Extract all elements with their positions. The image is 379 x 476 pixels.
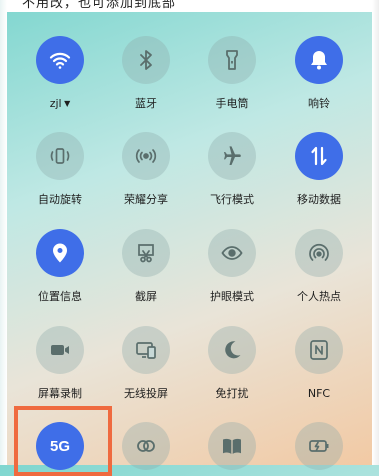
toggle-label: 移动数据 bbox=[274, 193, 364, 207]
bluetooth-toggle-button[interactable] bbox=[122, 36, 170, 84]
toggle-label-text: 移动数据 bbox=[297, 193, 341, 206]
ultra-power-toggle-button[interactable] bbox=[122, 422, 170, 470]
toggle-label: 飞行模式 bbox=[187, 193, 277, 207]
wifi-toggle-button[interactable] bbox=[36, 36, 84, 84]
dropdown-caret-icon[interactable]: ▼ bbox=[62, 99, 70, 108]
toggle-label: zjl ▼ bbox=[15, 97, 105, 111]
eye-icon bbox=[220, 241, 244, 265]
toggle-nfc[interactable]: NFC bbox=[274, 326, 364, 401]
toggle-eye[interactable]: 护眼模式 bbox=[187, 229, 277, 304]
moon-toggle-button[interactable] bbox=[208, 326, 256, 374]
toggle-label: 个人热点 bbox=[274, 290, 364, 304]
toggle-label: 截屏 bbox=[101, 290, 191, 304]
toggle-label-text: 截屏 bbox=[135, 290, 157, 303]
toggle-mobile-data[interactable]: 移动数据 bbox=[274, 132, 364, 207]
toggle-label: 无线投屏 bbox=[101, 387, 191, 401]
mobile-data-toggle-button[interactable] bbox=[295, 132, 343, 180]
toggle-battery-saver[interactable] bbox=[274, 422, 364, 470]
toggle-label-text: 免打扰 bbox=[215, 387, 249, 400]
screen-record-toggle-button[interactable] bbox=[36, 326, 84, 374]
toggle-flashlight[interactable]: 手电筒 bbox=[187, 36, 277, 111]
hotspot-toggle-button[interactable] bbox=[295, 229, 343, 277]
toggle-airplane[interactable]: 飞行模式 bbox=[187, 132, 277, 207]
toggle-label: 位置信息 bbox=[15, 290, 105, 304]
airplane-toggle-button[interactable] bbox=[208, 132, 256, 180]
quick-settings-grid: zjl ▼ 蓝牙 手电筒 响铃自动旋转 荣耀分享 飞行模式 移动数据位置信息 截屏 护眼模式 个人… bbox=[0, 0, 379, 470]
share-toggle-button[interactable] bbox=[122, 132, 170, 180]
mobile-data-icon bbox=[307, 144, 331, 168]
nfc-toggle-button[interactable] bbox=[295, 326, 343, 374]
screenshot-toggle-button[interactable] bbox=[122, 229, 170, 277]
toggle-location[interactable]: 位置信息 bbox=[15, 229, 105, 304]
toggle-label: 护眼模式 bbox=[187, 290, 277, 304]
toggle-wifi[interactable]: zjl ▼ bbox=[15, 36, 105, 111]
wifi-icon bbox=[48, 48, 72, 72]
toggle-label-text: 自动旋转 bbox=[38, 193, 82, 206]
toggle-ultra-power[interactable] bbox=[101, 422, 191, 470]
toggle-hotspot[interactable]: 个人热点 bbox=[274, 229, 364, 304]
battery-saver-icon bbox=[307, 434, 331, 458]
toggle-auto-rotate[interactable]: 自动旋转 bbox=[15, 132, 105, 207]
auto-rotate-icon bbox=[48, 144, 72, 168]
toggle-moon[interactable]: 免打扰 bbox=[187, 326, 277, 401]
toggle-label: 响铃 bbox=[274, 97, 364, 111]
5g-highlight-box bbox=[14, 406, 112, 476]
toggle-screenshot[interactable]: 截屏 bbox=[101, 229, 191, 304]
toggle-label-text: 飞行模式 bbox=[210, 193, 254, 206]
toggle-label: 免打扰 bbox=[187, 387, 277, 401]
toggle-label-text: 护眼模式 bbox=[210, 290, 254, 303]
toggle-bell[interactable]: 响铃 bbox=[274, 36, 364, 111]
toggle-label: 自动旋转 bbox=[15, 193, 105, 207]
toggle-label-text: 位置信息 bbox=[38, 290, 82, 303]
toggle-label-text: 个人热点 bbox=[297, 290, 341, 303]
toggle-label: 手电筒 bbox=[187, 97, 277, 111]
wireless-projection-icon bbox=[134, 338, 158, 362]
toggle-label: 荣耀分享 bbox=[101, 193, 191, 207]
hotspot-icon bbox=[307, 241, 331, 265]
bell-icon bbox=[307, 48, 331, 72]
toggle-label: 蓝牙 bbox=[101, 97, 191, 111]
toggle-wireless-projection[interactable]: 无线投屏 bbox=[101, 326, 191, 401]
screenshot-icon bbox=[134, 241, 158, 265]
auto-rotate-toggle-button[interactable] bbox=[36, 132, 84, 180]
toggle-label-text: 屏幕录制 bbox=[38, 387, 82, 400]
location-toggle-button[interactable] bbox=[36, 229, 84, 277]
battery-saver-toggle-button[interactable] bbox=[295, 422, 343, 470]
location-icon bbox=[48, 241, 72, 265]
toggle-label: 屏幕录制 bbox=[15, 387, 105, 401]
toggle-label-text: zjl bbox=[49, 97, 62, 110]
share-icon bbox=[134, 144, 158, 168]
toggle-bluetooth[interactable]: 蓝牙 bbox=[101, 36, 191, 111]
toggle-label-text: 无线投屏 bbox=[124, 387, 168, 400]
toggle-label-text: NFC bbox=[307, 387, 331, 400]
toggle-share[interactable]: 荣耀分享 bbox=[101, 132, 191, 207]
toggle-book[interactable] bbox=[187, 422, 277, 470]
eye-toggle-button[interactable] bbox=[208, 229, 256, 277]
bluetooth-icon bbox=[134, 48, 158, 72]
moon-icon bbox=[220, 338, 244, 362]
bell-toggle-button[interactable] bbox=[295, 36, 343, 84]
wireless-projection-toggle-button[interactable] bbox=[122, 326, 170, 374]
toggle-screen-record[interactable]: 屏幕录制 bbox=[15, 326, 105, 401]
ultra-power-icon bbox=[134, 434, 158, 458]
toggle-label-text: 蓝牙 bbox=[135, 97, 157, 110]
book-toggle-button[interactable] bbox=[208, 422, 256, 470]
book-icon bbox=[220, 434, 244, 458]
toggle-label-text: 荣耀分享 bbox=[124, 193, 168, 206]
toggle-label-text: 手电筒 bbox=[215, 97, 249, 110]
flashlight-toggle-button[interactable] bbox=[208, 36, 256, 84]
toggle-label: NFC bbox=[274, 387, 364, 401]
screen-record-icon bbox=[48, 338, 72, 362]
toggle-label-text: 响铃 bbox=[308, 97, 330, 110]
nfc-icon bbox=[307, 338, 331, 362]
airplane-icon bbox=[220, 144, 244, 168]
flashlight-icon bbox=[220, 48, 244, 72]
